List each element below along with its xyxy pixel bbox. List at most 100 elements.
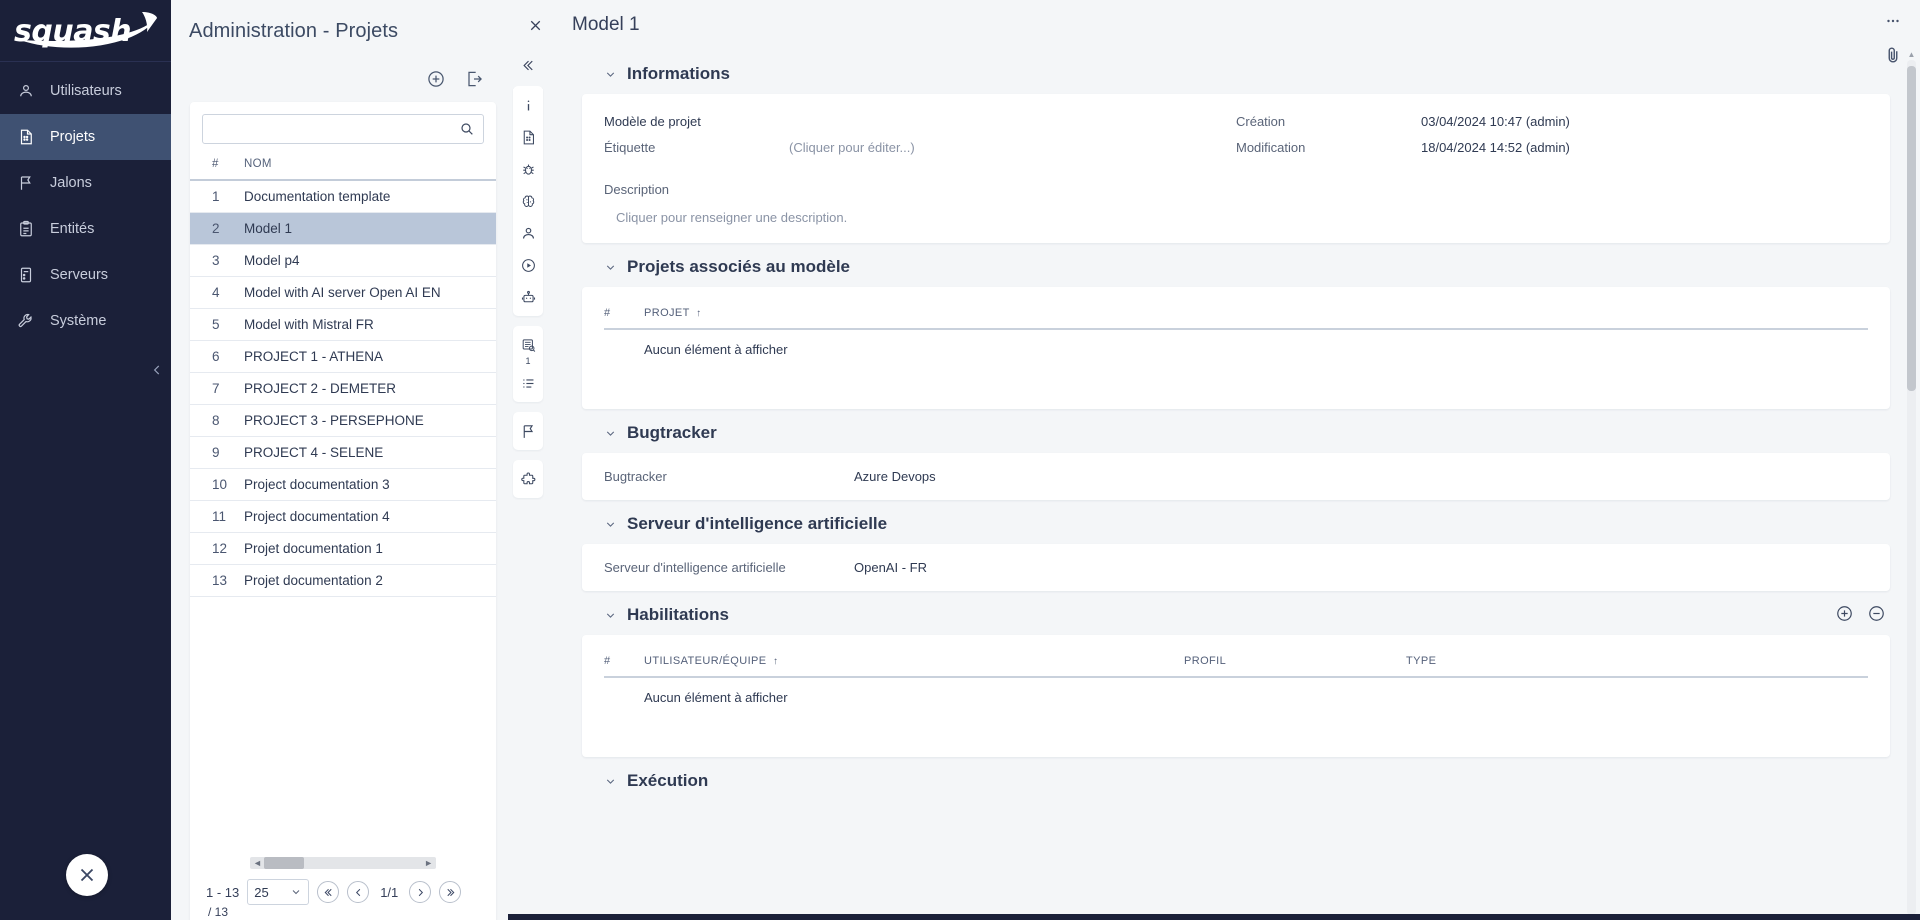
creation-label: Création [1236, 114, 1421, 129]
tab-execution[interactable] [513, 249, 543, 281]
column-header-name[interactable]: NOM [244, 152, 496, 180]
sidebar-item-label: Jalons [50, 175, 92, 191]
table-row[interactable]: 8 PROJECT 3 - PERSEPHONE [190, 405, 496, 437]
sidebar-item-projets[interactable]: Projets [0, 114, 171, 160]
description-label: Description [604, 182, 1868, 197]
chevron-down-icon[interactable] [604, 775, 617, 788]
bugtracker-value[interactable]: Azure Devops [854, 469, 936, 484]
projects-table: # NOM 1 Documentation template 2 Model 1… [190, 152, 496, 597]
table-row[interactable]: 12 Projet documentation 1 [190, 533, 496, 565]
tab-automation[interactable] [513, 281, 543, 313]
horizontal-scrollbar[interactable]: ◄ ► [250, 857, 436, 869]
last-page-button[interactable] [439, 881, 461, 903]
close-icon [76, 864, 98, 886]
chevron-down-icon[interactable] [604, 609, 617, 622]
table-row[interactable]: 10 Project documentation 3 [190, 469, 496, 501]
table-row[interactable]: 5 Model with Mistral FR [190, 309, 496, 341]
table-row[interactable]: 7 PROJECT 2 - DEMETER [190, 373, 496, 405]
column-header-num[interactable]: # [190, 152, 244, 180]
detail-header: Model 1 [508, 0, 1920, 50]
table-row[interactable]: 11 Project documentation 4 [190, 501, 496, 533]
rail-collapse-button[interactable] [513, 50, 543, 80]
column-header-profil[interactable]: PROFIL [1184, 649, 1406, 677]
reports-badge: 1 [523, 356, 532, 366]
sidebar-item-jalons[interactable]: Jalons [0, 160, 171, 206]
search-input[interactable] [211, 122, 459, 137]
chevron-down-icon[interactable] [604, 518, 617, 531]
scroll-left-arrow-icon[interactable]: ◄ [253, 858, 262, 868]
scroll-right-arrow-icon[interactable]: ► [424, 858, 433, 868]
tab-users[interactable] [513, 217, 543, 249]
row-name: Documentation template [244, 180, 496, 213]
table-row[interactable]: 13 Projet documentation 2 [190, 565, 496, 597]
page-size-select[interactable]: 25 [247, 879, 309, 905]
sidebar-collapse-button[interactable] [145, 358, 169, 382]
tab-test-cases[interactable] [513, 121, 543, 153]
table-row[interactable]: 2 Model 1 [190, 213, 496, 245]
next-page-button[interactable] [409, 881, 431, 903]
server-icon [16, 265, 36, 285]
column-header-num[interactable]: # [604, 649, 644, 677]
etiquette-value[interactable]: (Cliquer pour éditer...) [789, 140, 915, 155]
first-page-button[interactable] [317, 881, 339, 903]
tab-ai-server[interactable] [513, 185, 543, 217]
tab-information[interactable] [513, 89, 543, 121]
scrollbar-thumb[interactable] [264, 857, 304, 869]
tab-reports[interactable]: 1 [513, 329, 543, 361]
tab-plugins[interactable] [513, 463, 543, 495]
table-row[interactable]: 4 Model with AI server Open AI EN [190, 277, 496, 309]
tab-bugtracker[interactable] [513, 153, 543, 185]
sidebar-item-systeme[interactable]: Système [0, 298, 171, 344]
table-row[interactable]: 1 Documentation template [190, 180, 496, 213]
empty-spacer [604, 329, 644, 391]
close-admin-button[interactable] [66, 854, 108, 896]
row-num: 5 [190, 309, 244, 341]
row-num: 12 [190, 533, 244, 565]
table-row[interactable]: 3 Model p4 [190, 245, 496, 277]
ai-server-value[interactable]: OpenAI - FR [854, 560, 927, 575]
section-heading: Exécution [627, 771, 708, 791]
chevron-down-icon[interactable] [604, 68, 617, 81]
column-header-num[interactable]: # [604, 301, 644, 329]
field-model-type: Modèle de projet [604, 108, 1236, 134]
add-project-button[interactable] [424, 67, 448, 91]
tab-milestones[interactable] [513, 415, 543, 447]
field-ai-server[interactable]: Serveur d'intelligence artificielle Open… [582, 560, 1868, 575]
field-bugtracker[interactable]: Bugtracker Azure Devops [582, 469, 1868, 484]
more-options-button[interactable] [1880, 8, 1906, 34]
panel-projets-associes: # PROJET ↑ Aucun élément à afficher [582, 287, 1890, 409]
scrollbar-thumb[interactable] [1907, 66, 1916, 391]
sidebar-item-utilisateurs[interactable]: Utilisateurs [0, 68, 171, 114]
table-row[interactable]: 6 PROJECT 1 - ATHENA [190, 341, 496, 373]
close-detail-button[interactable] [522, 12, 548, 38]
flag-icon [16, 173, 36, 193]
tab-lists[interactable] [513, 367, 543, 399]
detail-tab-rail: 1 [508, 50, 548, 920]
remove-habilitation-button[interactable] [1866, 603, 1886, 623]
row-name: Projet documentation 2 [244, 565, 496, 597]
table-row[interactable]: 9 PROJECT 4 - SELENE [190, 437, 496, 469]
chevron-down-icon[interactable] [604, 427, 617, 440]
rail-group-milestones [513, 412, 543, 450]
column-header-type[interactable]: TYPE [1406, 649, 1868, 677]
scroll-up-arrow-icon[interactable]: ▲ [1907, 50, 1916, 59]
flag-icon [520, 423, 537, 440]
prev-page-button[interactable] [347, 881, 369, 903]
column-header-projet[interactable]: PROJET ↑ [644, 301, 1868, 329]
export-button[interactable] [462, 67, 486, 91]
sidebar-item-serveurs[interactable]: Serveurs [0, 252, 171, 298]
rail-group-plugins [513, 460, 543, 498]
detail-body: 1 [508, 50, 1920, 920]
field-etiquette[interactable]: Étiquette (Cliquer pour éditer...) [604, 134, 1236, 160]
sidebar-item-entites[interactable]: Entités [0, 206, 171, 252]
search-icon[interactable] [459, 121, 475, 137]
chevron-down-icon[interactable] [604, 261, 617, 274]
description-value[interactable]: Cliquer pour renseigner une description. [604, 210, 1868, 225]
brand-logo[interactable]: squash [0, 0, 171, 62]
column-header-user-team[interactable]: UTILISATEUR/ÉQUIPE ↑ [644, 649, 1184, 677]
page-size-value: 25 [254, 885, 268, 900]
search-box[interactable] [202, 114, 484, 144]
bug-icon [520, 161, 537, 178]
add-habilitation-button[interactable] [1834, 603, 1854, 623]
detail-vertical-scrollbar[interactable]: ▲ [1907, 60, 1916, 915]
